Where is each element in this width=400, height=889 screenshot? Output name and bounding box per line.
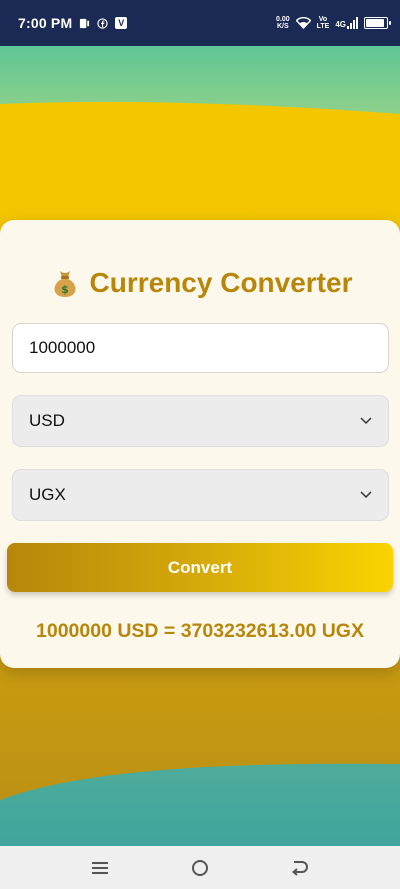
back-icon <box>291 860 308 876</box>
network-type: 4G <box>335 20 346 29</box>
home-icon <box>192 859 208 876</box>
bottom-wave-background <box>0 763 400 846</box>
converter-card: $ Currency Converter 1000000 USD UGX Con… <box>0 220 400 668</box>
from-currency-value: USD <box>29 411 65 430</box>
system-nav-bar <box>0 846 400 889</box>
net-speed: 0.00 K/S <box>276 16 290 30</box>
sim-icon <box>80 18 90 28</box>
volte-bottom: LTE <box>316 23 330 30</box>
conversion-result: 1000000 USD = 3703232613.00 UGX <box>36 620 364 642</box>
svg-text:$: $ <box>61 283 69 296</box>
net-speed-unit: K/S <box>276 23 289 30</box>
amount-value: 1000000 <box>29 338 96 357</box>
status-right: 0.00 K/S Vo LTE 4G <box>276 16 391 30</box>
title-text: Currency Converter <box>89 267 353 298</box>
convert-button[interactable]: Convert <box>7 543 393 592</box>
menu-button[interactable] <box>85 853 115 883</box>
amount-input[interactable]: 1000000 <box>12 323 389 373</box>
battery-icon <box>364 17 391 29</box>
battery-level <box>366 19 384 27</box>
net-speed-value: 0.00 <box>276 16 290 23</box>
wifi-icon <box>295 17 311 29</box>
status-time: 7:00 PM <box>18 15 73 31</box>
volte-top: Vo <box>318 16 328 23</box>
to-currency-select[interactable]: UGX <box>12 469 389 521</box>
facebook-icon <box>97 17 108 29</box>
status-bar: 7:00 PM V 0.00 K/S Vo LTE 4G <box>0 0 400 46</box>
volte-indicator: Vo LTE <box>317 16 330 30</box>
back-button[interactable] <box>285 853 315 883</box>
menu-icon <box>92 861 108 874</box>
to-currency-value: UGX <box>29 485 66 504</box>
home-button[interactable] <box>185 853 215 883</box>
top-wave-background <box>0 46 400 206</box>
signal-group: 4G <box>335 17 358 29</box>
money-bag-icon: $ <box>53 271 76 297</box>
app-title: $ Currency Converter <box>0 266 400 300</box>
chevron-down-icon <box>360 417 372 425</box>
signal-icon <box>347 17 358 29</box>
from-currency-select[interactable]: USD <box>12 395 389 447</box>
app-v-icon: V <box>115 17 128 29</box>
chevron-down-icon <box>360 491 372 499</box>
status-left: 7:00 PM V <box>18 15 128 31</box>
